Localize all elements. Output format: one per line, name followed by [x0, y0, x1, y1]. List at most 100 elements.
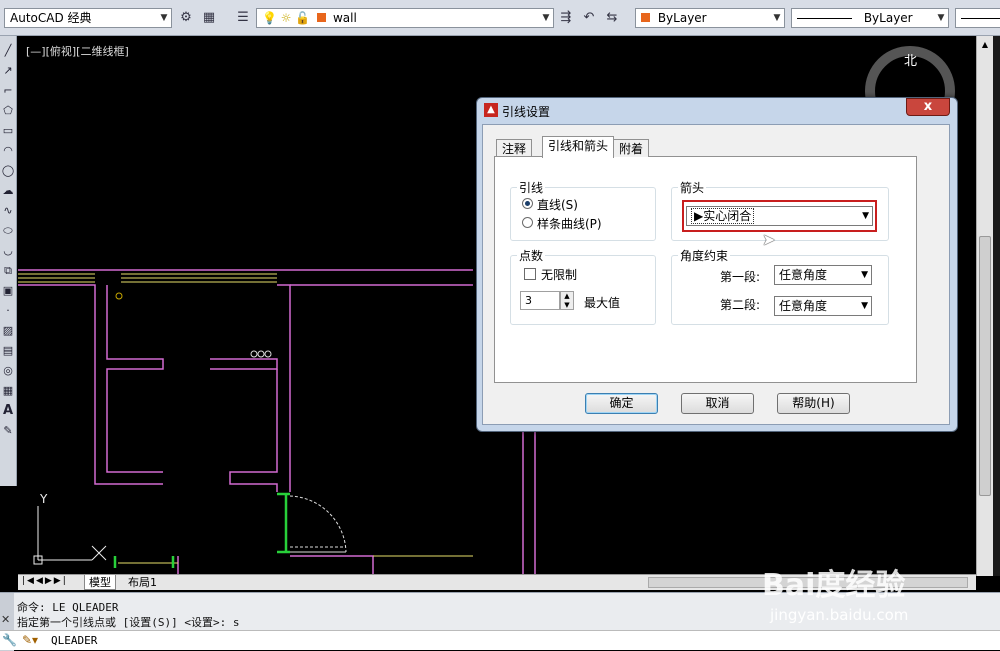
- layer-select[interactable]: 💡 ☼ 🔓 wall ▼: [256, 8, 554, 28]
- tab-model[interactable]: 模型: [84, 575, 116, 590]
- polyline-icon[interactable]: ⌐: [0, 82, 16, 100]
- revision-cloud-icon[interactable]: ☁: [0, 182, 16, 200]
- vertical-scrollbar[interactable]: ▲: [976, 36, 993, 576]
- chevron-down-icon: ▼: [861, 270, 868, 280]
- layer-value: wall: [332, 11, 357, 25]
- close-button[interactable]: x: [906, 98, 950, 116]
- scroll-thumb[interactable]: [979, 236, 991, 496]
- workspace-select[interactable]: AutoCAD 经典 ▼: [4, 8, 172, 28]
- lineweight-preview: [961, 18, 1000, 19]
- arc-icon[interactable]: ◠: [0, 142, 16, 160]
- linetype-preview: [797, 18, 852, 19]
- spline-icon[interactable]: ∿: [0, 202, 16, 220]
- workspace-settings-icon[interactable]: ▦: [200, 9, 218, 27]
- points-group-label: 点数: [517, 247, 546, 264]
- region-icon[interactable]: ◎: [0, 362, 16, 380]
- chevron-down-icon: ▼: [542, 13, 550, 23]
- first-segment-select[interactable]: 任意角度 ▼: [774, 265, 872, 285]
- lock-icon: 🔓: [295, 11, 311, 25]
- gear-icon[interactable]: ⚙: [177, 9, 195, 27]
- draw-toolbar: ╱ ↗ ⌐ ⬠ ▭ ◠ ◯ ☁ ∿ ⬭ ◡ ⧉ ▣ · ▨ ▤ ◎ ▦ A ✎: [0, 36, 17, 486]
- layer-previous-icon[interactable]: ↶: [580, 9, 598, 27]
- command-input[interactable]: 🔧 ✎▾ QLEADER: [0, 630, 1000, 650]
- help-button[interactable]: 帮助(H): [777, 393, 850, 414]
- layer-properties-icon[interactable]: ☰: [234, 9, 252, 27]
- chevron-down-icon: ▼: [160, 13, 168, 23]
- sun-icon: ☼: [280, 11, 292, 25]
- svg-text:Y: Y: [39, 492, 48, 506]
- ellipse-icon[interactable]: ⬭: [0, 222, 16, 240]
- rectangle-icon[interactable]: ▭: [0, 122, 16, 140]
- ellipse-arc-icon[interactable]: ◡: [0, 242, 16, 260]
- lightbulb-icon: 💡: [262, 11, 277, 25]
- second-segment-select[interactable]: 任意角度 ▼: [774, 296, 872, 316]
- points-group: [510, 255, 656, 325]
- max-value-label: 最大值: [584, 296, 621, 310]
- arrowhead-select[interactable]: ▶实心闭合 ▼: [686, 206, 873, 226]
- workspace-value: AutoCAD 经典: [10, 11, 92, 25]
- angle-group-label: 角度约束: [678, 247, 731, 264]
- linetype-value: ByLayer: [863, 11, 913, 25]
- spinner-arrows-icon[interactable]: ▲ ▼: [560, 291, 574, 310]
- arrowhead-value: ▶实心闭合: [691, 208, 755, 224]
- lineweight-select[interactable]: [955, 8, 1000, 28]
- chevron-down-icon: ▼: [861, 301, 868, 311]
- window-edge: [993, 36, 1000, 576]
- hatch-icon[interactable]: ▨: [0, 322, 16, 340]
- ok-button[interactable]: 确定: [585, 393, 658, 414]
- polygon-icon[interactable]: ⬠: [0, 102, 16, 120]
- point-icon[interactable]: ·: [0, 302, 16, 320]
- layer-match-icon[interactable]: ⇆: [603, 9, 621, 27]
- tab-leader-arrow[interactable]: 引线和箭头: [542, 136, 615, 158]
- top-toolbar: AutoCAD 经典 ▼ ⚙ ▦ ☰ 💡 ☼ 🔓 wall ▼ ⇶ ↶ ⇆ By…: [0, 0, 1000, 36]
- dialog-title: 引线设置: [502, 105, 551, 119]
- wrench-icon: 🔧: [2, 633, 17, 647]
- straight-label[interactable]: 直线(S): [537, 196, 578, 213]
- insert-block-icon[interactable]: ⧉: [0, 262, 16, 280]
- unlimited-checkbox[interactable]: [524, 268, 536, 280]
- chevron-down-icon: ▼: [937, 13, 945, 23]
- first-segment-label: 第一段:: [720, 270, 761, 284]
- table-icon[interactable]: ▦: [0, 382, 16, 400]
- gradient-icon[interactable]: ▤: [0, 342, 16, 360]
- cancel-button[interactable]: 取消: [681, 393, 754, 414]
- first-segment-value: 任意角度: [779, 268, 828, 282]
- arrow-group-label: 箭头: [678, 179, 707, 196]
- unlimited-label[interactable]: 无限制: [541, 266, 577, 283]
- linetype-select[interactable]: ByLayer ▼: [791, 8, 949, 28]
- leader-group-label: 引线: [517, 179, 546, 196]
- command-current: QLEADER: [51, 634, 98, 647]
- chevron-down-icon: ▼: [862, 211, 869, 221]
- command-prompt-icon: ✎▾: [22, 633, 39, 647]
- tab-annotation[interactable]: 注释: [496, 139, 533, 157]
- tab-nav-arrows-icon[interactable]: |◀◀▶▶|: [22, 576, 68, 586]
- autocad-logo-icon: ▲: [484, 103, 498, 117]
- mouse-cursor-icon: ➤: [762, 230, 776, 249]
- layer-color-swatch: [317, 13, 327, 22]
- baidu-watermark: Bai度经验: [762, 568, 906, 603]
- scroll-up-icon[interactable]: ▲: [979, 40, 991, 52]
- construction-line-icon[interactable]: ↗: [0, 62, 16, 80]
- circle-icon[interactable]: ◯: [0, 162, 16, 180]
- compass-north-label[interactable]: 北: [904, 50, 917, 69]
- spline-radio[interactable]: [522, 217, 533, 228]
- chevron-down-icon: ▼: [773, 13, 781, 23]
- make-block-icon[interactable]: ▣: [0, 282, 16, 300]
- viewport-label[interactable]: [—][俯视][二维线框]: [26, 43, 129, 59]
- line-tool-icon[interactable]: ╱: [0, 42, 16, 60]
- close-icon[interactable]: ✕: [1, 613, 10, 626]
- color-select[interactable]: ByLayer ▼: [635, 8, 785, 28]
- command-history-line: 指定第一个引线点或 [设置(S)] <设置>: s: [17, 616, 240, 629]
- color-value: ByLayer: [657, 11, 707, 25]
- tab-layout1[interactable]: 布局1: [124, 575, 161, 590]
- max-points-input[interactable]: 3: [520, 291, 560, 310]
- straight-radio[interactable]: [522, 198, 533, 209]
- multiline-text-icon[interactable]: A: [0, 402, 16, 420]
- add-selected-icon[interactable]: ✎: [0, 422, 16, 440]
- color-swatch: [641, 13, 650, 22]
- spline-label[interactable]: 样条曲线(P): [537, 215, 602, 232]
- watermark-url: jingyan.baidu.com: [770, 606, 909, 624]
- command-history-line: 命令: LE QLEADER: [17, 601, 119, 614]
- make-current-layer-icon[interactable]: ⇶: [557, 9, 575, 27]
- tab-attachment[interactable]: 附着: [613, 139, 650, 157]
